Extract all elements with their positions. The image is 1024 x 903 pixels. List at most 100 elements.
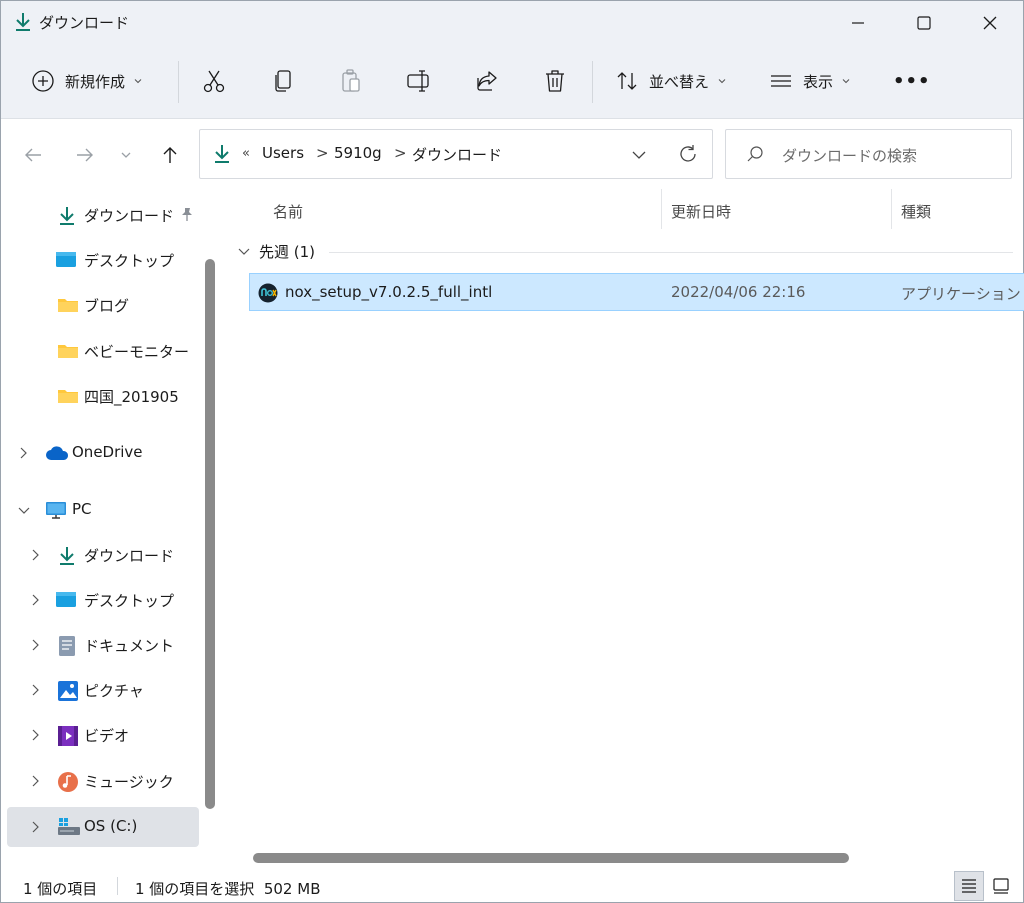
sidebar-item-onedrive[interactable]: OneDrive [7, 433, 199, 473]
delete-button[interactable] [542, 61, 568, 101]
chevron-right-icon[interactable] [17, 446, 29, 464]
minimize-button[interactable] [825, 1, 891, 45]
sidebar-item-blog[interactable]: ブログ [7, 285, 199, 325]
paste-icon [342, 69, 360, 92]
sidebar-item-pc-downloads[interactable]: ダウンロード [7, 535, 199, 575]
column-divider[interactable] [891, 189, 892, 229]
paste-button[interactable] [338, 61, 364, 101]
breadcrumb-user[interactable]: 5910g [334, 144, 382, 162]
details-view-button[interactable] [954, 871, 984, 901]
sidebar-item-label: ドキュメント [84, 637, 175, 655]
column-header-name[interactable]: 名前 [273, 201, 303, 222]
horizontal-scrollbar[interactable] [253, 853, 849, 863]
sidebar-item-desktop[interactable]: デスクトップ [7, 240, 199, 280]
arrow-up-icon [163, 147, 177, 163]
large-icons-view-icon [993, 878, 1009, 894]
forward-button[interactable] [71, 141, 99, 169]
chevron-down-icon [238, 248, 250, 255]
close-button[interactable] [957, 1, 1023, 45]
chevron-right-icon[interactable] [29, 638, 41, 656]
maximize-button[interactable] [891, 1, 957, 45]
chevron-right-icon[interactable] [29, 774, 41, 792]
refresh-icon [680, 145, 696, 162]
breadcrumb-separator[interactable]: > [316, 144, 329, 162]
search-input[interactable]: ダウンロードの検索 [782, 145, 917, 166]
sidebar-scrollbar[interactable] [205, 259, 215, 809]
status-selection: 1 個の項目を選択 502 MB [135, 880, 321, 898]
share-icon [477, 71, 497, 91]
sidebar-item-pc-videos[interactable]: ビデオ [7, 715, 199, 755]
file-type: アプリケーション [901, 285, 1021, 303]
sidebar-item-label: ダウンロード [84, 207, 175, 225]
sidebar-item-label: OS (C:) [84, 817, 138, 835]
sidebar-item-downloads-pinned[interactable]: ダウンロード [7, 195, 199, 235]
view-button-label: 表示 [803, 72, 834, 91]
sidebar-item-pc-pictures[interactable]: ピクチャ [7, 670, 199, 710]
sidebar-item-pc-desktop[interactable]: デスクトップ [7, 580, 199, 620]
large-icons-view-button[interactable] [986, 871, 1016, 901]
sidebar-item-baby-monitor[interactable]: ベビーモニター [7, 331, 199, 371]
sidebar-item-label: ピクチャ [84, 682, 144, 700]
drive-icon [57, 817, 80, 837]
navigation-row: « Users > 5910g > ダウンロード ダウンロードの検索 [1, 119, 1023, 189]
address-overflow[interactable]: « [242, 146, 250, 161]
back-button[interactable] [19, 141, 47, 169]
sidebar-item-pc-documents[interactable]: ドキュメント [7, 625, 199, 665]
pin-icon[interactable] [179, 206, 195, 226]
view-list-icon [771, 75, 791, 87]
chevron-down-icon[interactable] [17, 503, 31, 521]
new-button-label: 新規作成 [65, 72, 126, 91]
up-button[interactable] [156, 141, 184, 169]
chevron-down-icon [632, 151, 646, 159]
column-header-type[interactable]: 種類 [901, 201, 931, 222]
sidebar-item-label: PC [72, 500, 92, 518]
file-list: 名前 更新日時 種類 先週 (1) nox_setup_v7.0.2.5_ful… [223, 189, 1024, 869]
file-modified: 2022/04/06 22:16 [671, 283, 806, 301]
column-header-modified[interactable]: 更新日時 [671, 201, 731, 222]
chevron-right-icon[interactable] [29, 820, 41, 838]
new-button[interactable]: 新規作成 [31, 61, 143, 101]
refresh-button[interactable] [677, 143, 699, 169]
chevron-right-icon[interactable] [29, 548, 41, 566]
maximize-icon [917, 16, 931, 30]
sidebar-item-pc[interactable]: PC [7, 490, 199, 530]
file-explorer-window: ダウンロード 新規作成 並べ替え 表示 ••• « Users > 5910g … [0, 0, 1024, 903]
rename-button[interactable] [406, 61, 432, 101]
recent-locations-button[interactable] [112, 141, 140, 169]
copy-button[interactable] [270, 61, 296, 101]
chevron-right-icon[interactable] [29, 593, 41, 611]
sidebar-item-os-drive[interactable]: OS (C:) [7, 807, 199, 847]
desktop-icon [55, 250, 77, 270]
search-box[interactable]: ダウンロードの検索 [725, 129, 1012, 179]
column-divider[interactable] [661, 189, 662, 229]
cut-button[interactable] [201, 61, 227, 101]
monitor-icon [45, 500, 67, 520]
arrow-right-icon [77, 148, 93, 162]
group-header[interactable]: 先週 (1) [237, 241, 315, 262]
sidebar-item-label: ブログ [84, 297, 130, 315]
address-bar[interactable]: « Users > 5910g > ダウンロード [199, 129, 713, 179]
chevron-down-icon [718, 79, 726, 84]
chevron-right-icon[interactable] [29, 728, 41, 746]
more-icon: ••• [893, 70, 931, 92]
breadcrumb-separator[interactable]: > [394, 144, 407, 162]
sidebar-item-pc-music[interactable]: ミュージック [7, 761, 199, 801]
navigation-pane: ダウンロード デスクトップ ブログ ベビーモニター 四国_201905 OneD… [1, 189, 223, 869]
more-options-button[interactable]: ••• [893, 61, 931, 101]
share-button[interactable] [474, 61, 500, 101]
address-history-button[interactable] [630, 146, 648, 168]
view-button[interactable]: 表示 [769, 61, 851, 101]
status-item-count: 1 個の項目 [23, 880, 98, 898]
delete-icon [546, 70, 564, 92]
sidebar-item-label: デスクトップ [84, 252, 175, 270]
breadcrumb-downloads[interactable]: ダウンロード [412, 144, 502, 165]
toolbar-divider [592, 61, 593, 103]
sidebar-item-shikoku[interactable]: 四国_201905 [7, 376, 199, 416]
close-icon [983, 16, 997, 30]
chevron-right-icon[interactable] [29, 683, 41, 701]
breadcrumb-users[interactable]: Users [262, 144, 304, 162]
table-row[interactable]: nox_setup_v7.0.2.5_full_intl 2022/04/06 … [249, 273, 1024, 311]
music-icon [57, 771, 79, 792]
sort-button[interactable]: 並べ替え [615, 61, 727, 101]
sidebar-item-label: OneDrive [72, 443, 143, 461]
